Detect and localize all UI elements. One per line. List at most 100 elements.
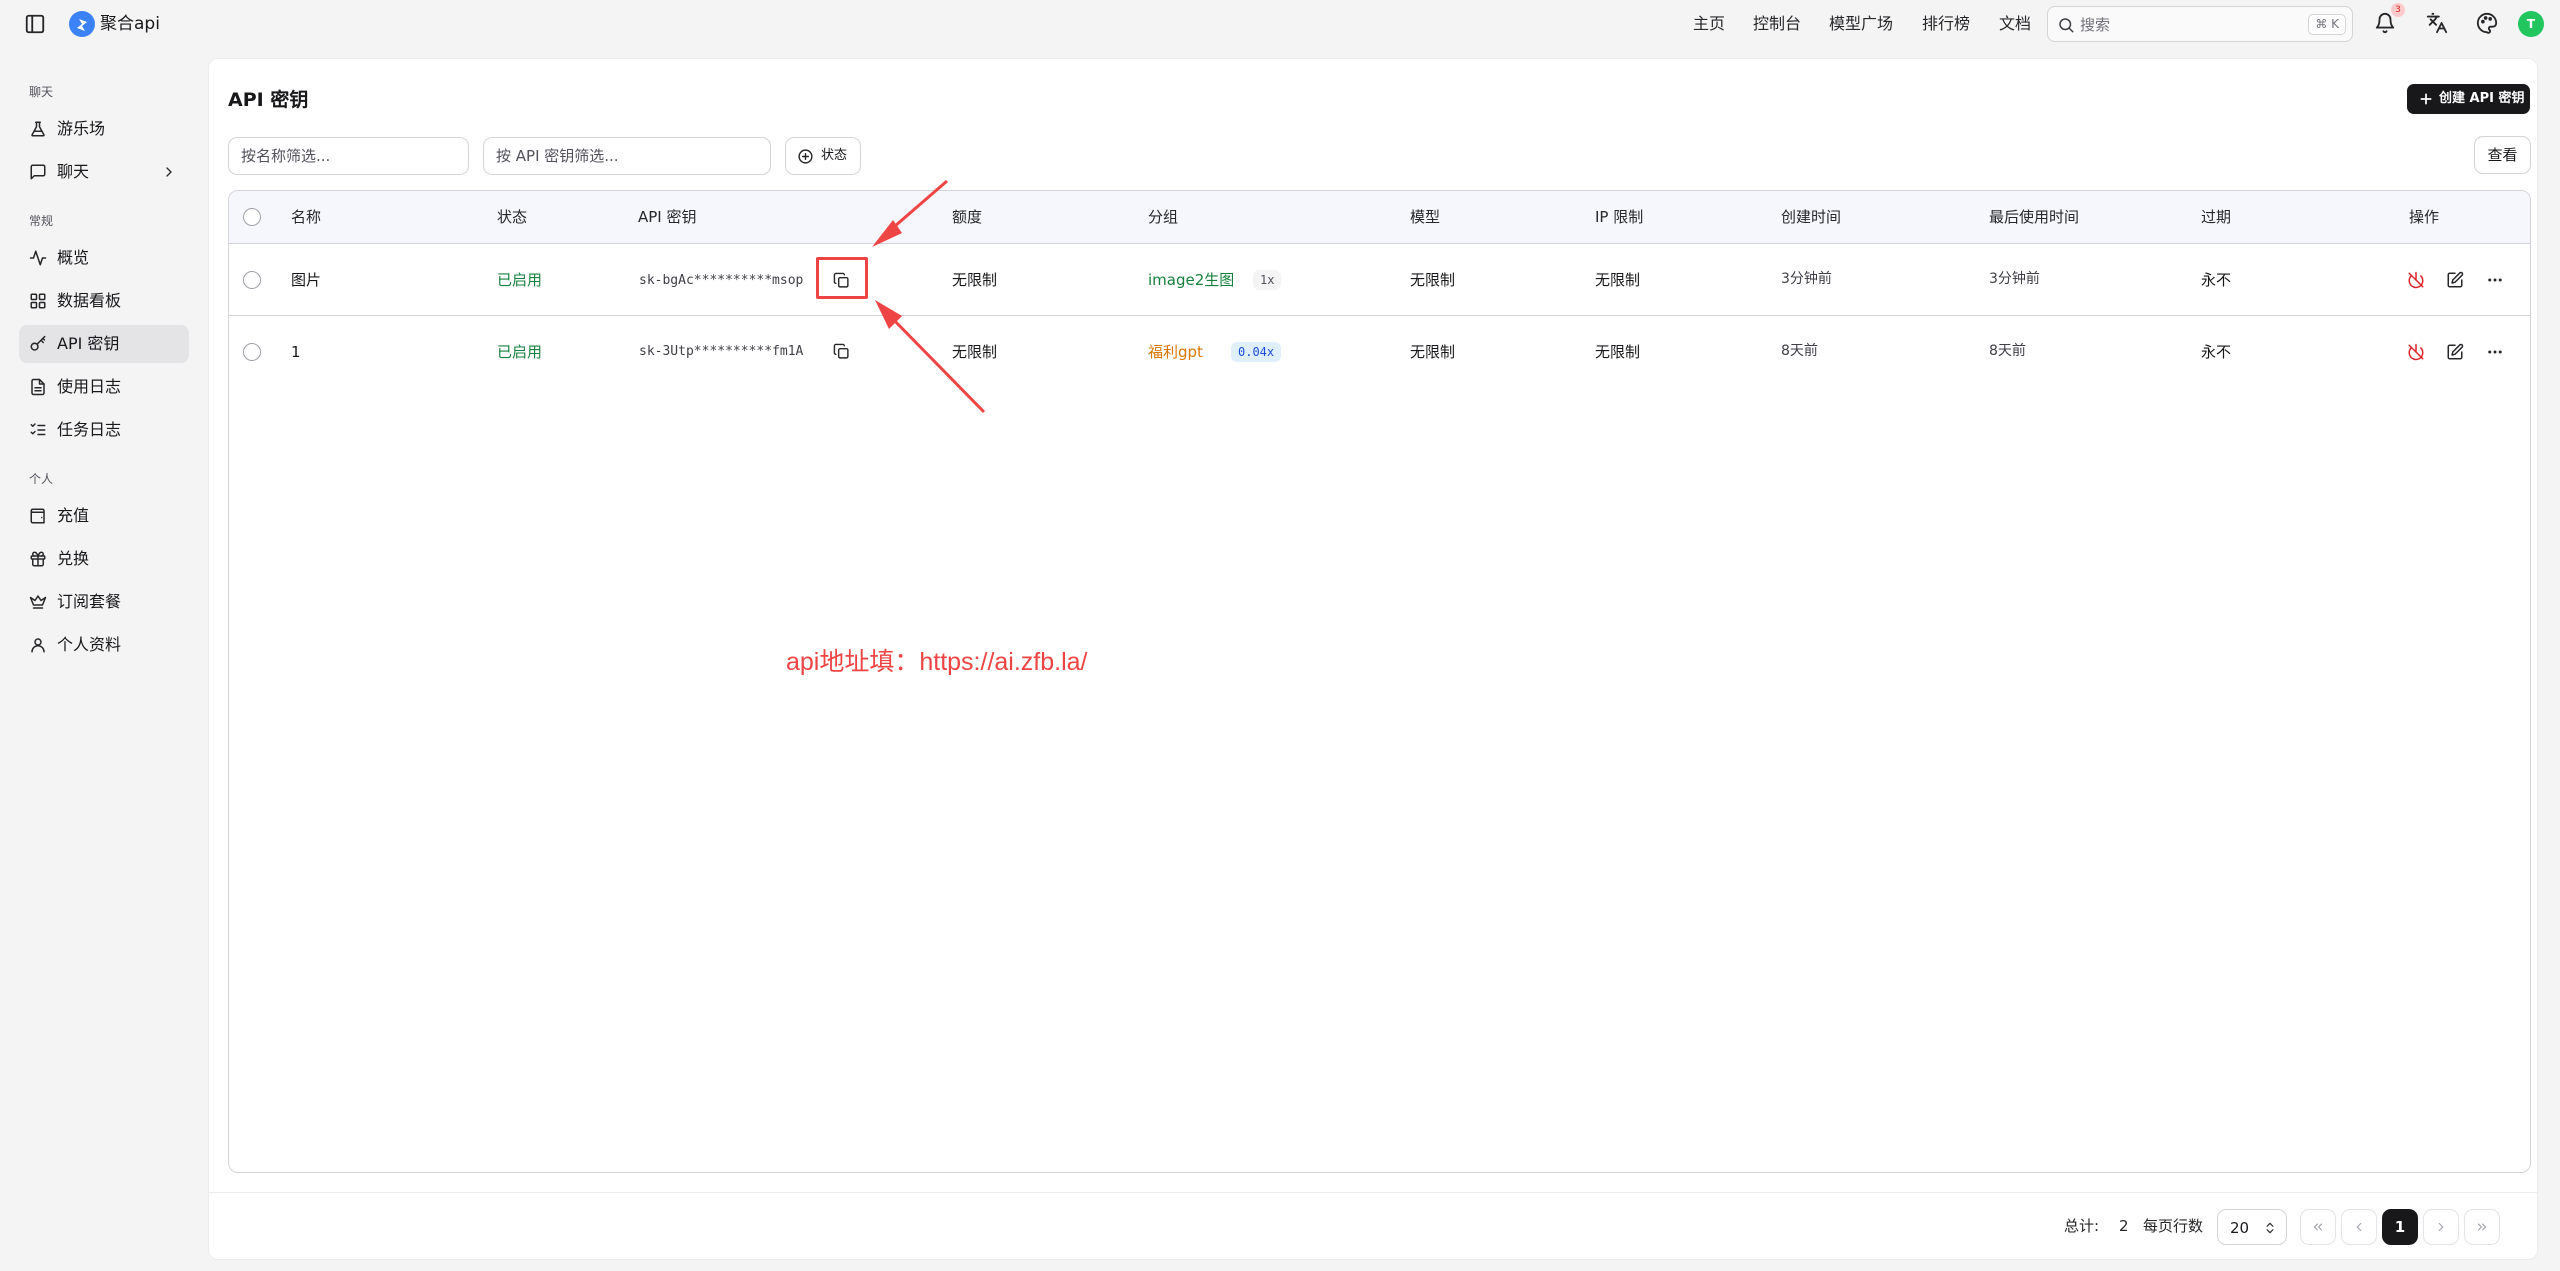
- status-filter-button[interactable]: 状态: [785, 137, 861, 175]
- brand-logo-icon[interactable]: [69, 11, 95, 37]
- chevron-right-icon: [2438, 1222, 2444, 1232]
- main-panel: API 密钥 创建 API 密钥 状态 查看 名称 状态 API 密钥 额度 分…: [208, 58, 2538, 1260]
- nav-model-market[interactable]: 模型广场: [1829, 12, 1893, 36]
- annotation-text: api地址填：https://ai.zfb.la/: [786, 648, 1088, 676]
- models-value: 无限制: [1410, 343, 1456, 361]
- name-filter-input[interactable]: [228, 137, 469, 175]
- group-value: image2生图: [1148, 271, 1235, 289]
- chevrons-right-icon: [2477, 1223, 2487, 1231]
- key-name: 图片: [291, 271, 322, 289]
- row-checkbox[interactable]: [243, 343, 261, 361]
- col-name[interactable]: 名称: [291, 207, 321, 227]
- status-badge: 已启用: [497, 343, 543, 361]
- key-filter-input[interactable]: [483, 137, 771, 175]
- sidebar-item-label: 数据看板: [57, 291, 122, 310]
- sidebar-group-chat: 聊天: [29, 85, 54, 99]
- current-page-button[interactable]: 1: [2382, 1209, 2418, 1245]
- quota-value: 无限制: [952, 343, 998, 361]
- created-time: 8天前: [1781, 343, 1818, 359]
- rows-per-page-value: 20: [2230, 1219, 2250, 1237]
- next-page-button[interactable]: [2423, 1209, 2459, 1245]
- sidebar-item-usage-logs[interactable]: 使用日志: [19, 368, 189, 406]
- disable-icon[interactable]: [2407, 271, 2425, 289]
- disable-icon[interactable]: [2407, 343, 2425, 361]
- col-created[interactable]: 创建时间: [1781, 207, 1841, 227]
- sidebar-item-api-keys[interactable]: API 密钥: [19, 325, 189, 363]
- sidebar-item-label: 个人资料: [57, 635, 122, 654]
- sidebar-item-dashboard[interactable]: 数据看板: [19, 282, 189, 320]
- brand-name[interactable]: 聚合api: [100, 12, 160, 36]
- col-last-used[interactable]: 最后使用时间: [1989, 207, 2079, 227]
- rows-per-page-select[interactable]: 20: [2217, 1209, 2287, 1245]
- pagination-footer: 总计: 2 每页行数 20 1: [208, 1192, 2538, 1260]
- gift-icon: [29, 550, 47, 568]
- group-ratio-badge: 0.04x: [1231, 342, 1282, 362]
- last-used-time: 8天前: [1989, 343, 2026, 359]
- nav-docs[interactable]: 文档: [1999, 12, 2031, 36]
- sidebar-item-label: 聊天: [57, 162, 90, 181]
- more-icon[interactable]: [2486, 343, 2504, 361]
- sidebar-group-general: 常规: [29, 214, 54, 228]
- nav-console[interactable]: 控制台: [1753, 12, 1801, 36]
- more-icon[interactable]: [2486, 271, 2504, 289]
- annotation-highlight-box: [816, 257, 868, 299]
- col-ip-limit[interactable]: IP 限制: [1595, 207, 1643, 227]
- nav-ranking[interactable]: 排行榜: [1922, 12, 1970, 36]
- edit-icon[interactable]: [2446, 343, 2464, 361]
- edit-icon[interactable]: [2446, 271, 2464, 289]
- api-keys-table: 名称 状态 API 密钥 额度 分组 模型 IP 限制 创建时间 最后使用时间 …: [228, 190, 2531, 1173]
- sidebar-item-label: 概览: [57, 248, 90, 267]
- prev-page-button[interactable]: [2341, 1209, 2377, 1245]
- quota-value: 无限制: [952, 271, 998, 289]
- list-checks-icon: [29, 421, 47, 439]
- sidebar-item-chat[interactable]: 聊天: [19, 153, 189, 191]
- search-icon: [2057, 16, 2075, 34]
- last-page-button[interactable]: [2464, 1209, 2500, 1245]
- expire-value: 永不: [2201, 343, 2232, 361]
- first-page-button[interactable]: [2300, 1209, 2336, 1245]
- total-value: 2: [2119, 1217, 2129, 1235]
- col-expire[interactable]: 过期: [2201, 207, 2231, 227]
- col-models[interactable]: 模型: [1410, 207, 1440, 227]
- sidebar-item-profile[interactable]: 个人资料: [19, 626, 189, 664]
- col-quota[interactable]: 额度: [952, 207, 982, 227]
- translate-icon[interactable]: [2426, 12, 2448, 34]
- rows-per-page-label: 每页行数: [2143, 1217, 2204, 1235]
- sidebar-toggle-icon[interactable]: [24, 13, 46, 35]
- sidebar-item-task-logs[interactable]: 任务日志: [19, 411, 189, 449]
- palette-icon[interactable]: [2476, 12, 2498, 34]
- ip-limit-value: 无限制: [1595, 343, 1641, 361]
- chevrons-up-down-icon: [2263, 1220, 2277, 1236]
- col-status[interactable]: 状态: [497, 207, 527, 227]
- status-badge: 已启用: [497, 271, 543, 289]
- wallet-icon: [29, 507, 47, 525]
- copy-icon[interactable]: [833, 343, 850, 360]
- ip-limit-value: 无限制: [1595, 271, 1641, 289]
- sidebar-item-recharge[interactable]: 充值: [19, 497, 189, 535]
- message-icon: [29, 163, 47, 181]
- sidebar: 聊天 游乐场 聊天 常规 概览 数据看板 API 密钥 使用日志 任务日志 个人…: [0, 48, 200, 1271]
- table-header: 名称 状态 API 密钥 额度 分组 模型 IP 限制 创建时间 最后使用时间 …: [229, 191, 2530, 244]
- row-checkbox[interactable]: [243, 271, 261, 289]
- sidebar-item-playground[interactable]: 游乐场: [19, 110, 189, 148]
- col-actions: 操作: [2409, 208, 2440, 226]
- col-group[interactable]: 分组: [1148, 207, 1178, 227]
- status-filter-label: 状态: [821, 148, 848, 163]
- nav-home[interactable]: 主页: [1693, 12, 1725, 36]
- models-value: 无限制: [1410, 271, 1456, 289]
- view-options-button[interactable]: 查看: [2474, 136, 2531, 174]
- select-all-checkbox[interactable]: [243, 208, 261, 226]
- sidebar-group-personal: 个人: [29, 472, 54, 486]
- user-icon: [29, 636, 47, 654]
- sidebar-item-label: 任务日志: [57, 420, 122, 439]
- sidebar-item-redeem[interactable]: 兑换: [19, 540, 189, 578]
- sidebar-item-label: 使用日志: [57, 377, 122, 396]
- search-shortcut: ⌘ K: [2308, 14, 2346, 35]
- dashboard-icon: [29, 292, 47, 310]
- col-api-key[interactable]: API 密钥: [638, 207, 697, 227]
- sidebar-item-overview[interactable]: 概览: [19, 239, 189, 277]
- avatar[interactable]: T: [2518, 11, 2544, 37]
- search-input[interactable]: 搜索 ⌘ K: [2047, 6, 2353, 42]
- sidebar-item-subscription[interactable]: 订阅套餐: [19, 583, 189, 621]
- create-api-key-button[interactable]: 创建 API 密钥: [2407, 84, 2530, 114]
